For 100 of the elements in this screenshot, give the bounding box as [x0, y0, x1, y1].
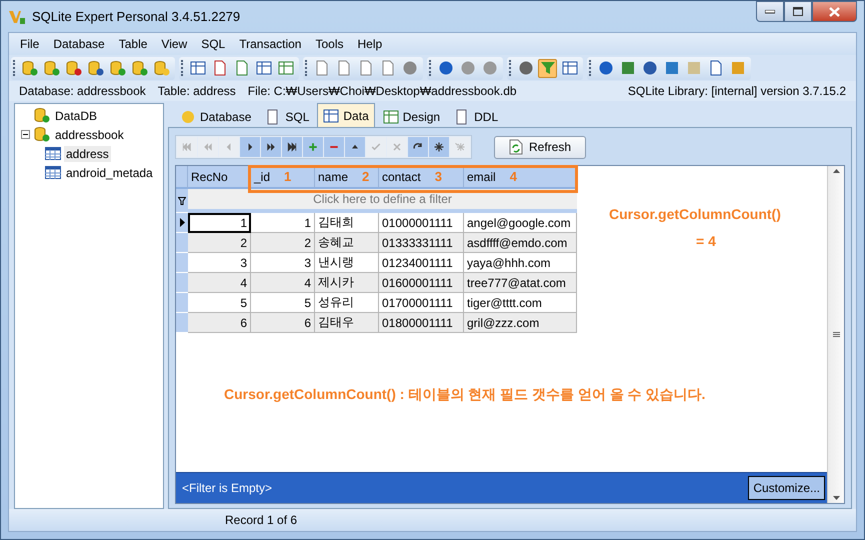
- minimize-icon: [765, 10, 775, 14]
- document-icon[interactable]: [234, 60, 250, 76]
- column-number: 1: [284, 169, 292, 184]
- maximize-button[interactable]: [784, 1, 812, 22]
- menu-item[interactable]: SQL: [194, 37, 232, 51]
- menu-item[interactable]: Database: [46, 37, 112, 51]
- tab[interactable]: Database: [174, 105, 258, 127]
- navigator-button[interactable]: [261, 137, 281, 157]
- column-header[interactable]: contact 3: [379, 166, 464, 189]
- table-cell: 1: [251, 213, 315, 233]
- column-name: email: [467, 170, 496, 184]
- table-cell: yaya@hhh.com: [464, 253, 577, 273]
- column-number: 4: [510, 169, 517, 184]
- navigator-button[interactable]: [345, 137, 365, 157]
- minimize-button[interactable]: [756, 1, 784, 22]
- navigator-button[interactable]: [429, 137, 449, 157]
- scrollbar[interactable]: [827, 166, 844, 503]
- table-cell: 6: [251, 313, 315, 333]
- column-name: _id: [254, 170, 270, 184]
- tree-item[interactable]: android_metada: [64, 164, 155, 180]
- table-cell: 3: [251, 253, 315, 273]
- next-page-icon: [265, 141, 277, 153]
- post-icon: [370, 141, 382, 153]
- table-cell: angel@google.com: [464, 213, 577, 233]
- table-cell: 4: [188, 273, 251, 293]
- prior-page-icon: [202, 141, 214, 153]
- scroll-down-icon[interactable]: [832, 496, 840, 500]
- table-icon[interactable]: [190, 60, 206, 76]
- navigator-button[interactable]: [408, 137, 428, 157]
- navigator-button[interactable]: [240, 137, 260, 157]
- tab[interactable]: DDL: [448, 105, 504, 127]
- table-icon[interactable]: [278, 60, 294, 76]
- table-cell: 01800001111: [379, 313, 464, 333]
- column-number: 2: [362, 169, 370, 184]
- column-header[interactable]: email 4: [464, 166, 577, 189]
- maximize-icon: [793, 7, 803, 16]
- tab[interactable]: Data: [317, 103, 375, 127]
- table-cell: 01333331111: [379, 233, 464, 253]
- column-header[interactable]: name 2: [315, 166, 379, 189]
- column-header[interactable]: _id 1: [251, 166, 315, 189]
- tree-item[interactable]: DataDB: [53, 108, 100, 124]
- table-cell: 3: [188, 253, 251, 273]
- column-name: RecNo: [191, 170, 228, 184]
- clear-bookmark-icon: [454, 141, 466, 153]
- table-cell: 성유리: [315, 293, 379, 313]
- navigator-button[interactable]: [282, 137, 302, 157]
- column-number: 3: [434, 169, 442, 184]
- table-cell: 01600001111: [379, 273, 464, 293]
- window-icon[interactable]: [562, 60, 578, 76]
- scroll-up-icon[interactable]: [832, 169, 840, 173]
- menu-item[interactable]: View: [154, 37, 194, 51]
- table-cell: tiger@tttt.com: [464, 293, 577, 313]
- menu-item[interactable]: File: [13, 37, 46, 51]
- tree-item[interactable]: addressbook: [53, 126, 126, 142]
- table-icon: [45, 166, 61, 179]
- tree-item[interactable]: address: [64, 146, 111, 162]
- table-cell: 5: [188, 293, 251, 313]
- window-title: SQLite Expert Personal 3.4.51.2279: [32, 9, 242, 24]
- annotation-text: Cursor.getColumnCount() : 테이블의 현재 필드 갯수를 얻어 올 수 있습니다.: [224, 386, 706, 404]
- filter-icon[interactable]: [540, 60, 556, 76]
- table-cell: 5: [251, 293, 315, 313]
- annotation-text: = 4: [696, 233, 716, 249]
- menu-item[interactable]: Table: [112, 37, 154, 51]
- table-info: Table: address: [158, 84, 236, 98]
- close-button[interactable]: [812, 1, 857, 22]
- document-icon[interactable]: [708, 60, 724, 76]
- table-cell: 2: [188, 233, 251, 253]
- table-cell: asdffff@emdo.com: [464, 233, 577, 253]
- table-cell: 6: [188, 313, 251, 333]
- filter-icon: [178, 196, 186, 204]
- tab[interactable]: Design: [376, 105, 446, 127]
- table-icon[interactable]: [256, 60, 272, 76]
- filter-status: <Filter is Empty>: [182, 481, 272, 495]
- table-cell: tree777@atat.com: [464, 273, 577, 293]
- grip-icon: [832, 332, 840, 338]
- table-cell: 김태우: [315, 313, 379, 333]
- row-indicator[interactable]: [176, 213, 188, 233]
- bookmark-icon: [433, 141, 445, 153]
- tab[interactable]: SQL: [259, 105, 316, 127]
- refresh-icon: [508, 139, 523, 155]
- table-cell: 제시카: [315, 273, 379, 293]
- table-cell: 01000001111: [379, 213, 464, 233]
- table-cell: 1: [188, 213, 251, 233]
- close-icon: [829, 6, 840, 16]
- menu-item[interactable]: Transaction: [232, 37, 308, 51]
- annotation-text: Cursor.getColumnCount(): [609, 206, 781, 222]
- table-cell: gril@zzz.com: [464, 313, 577, 333]
- database-info: Database: addressbook: [19, 84, 146, 98]
- table-icon: [382, 108, 399, 124]
- column-header[interactable]: RecNo: [188, 166, 251, 189]
- menu-item[interactable]: Tools: [308, 37, 350, 51]
- file-path: File: C:₩Users₩Choi₩Desktop₩addressbook.db: [248, 84, 518, 98]
- column-name: contact: [382, 170, 421, 184]
- last-icon: [286, 141, 298, 153]
- refresh-button[interactable]: Refresh: [494, 136, 586, 158]
- status-text: Record 1 of 6: [225, 513, 298, 527]
- collapse-icon[interactable]: [21, 130, 30, 139]
- menu-item[interactable]: Help: [350, 37, 390, 51]
- customize-button[interactable]: Customize...: [748, 476, 825, 500]
- table-cell: 낸시랭: [315, 253, 379, 273]
